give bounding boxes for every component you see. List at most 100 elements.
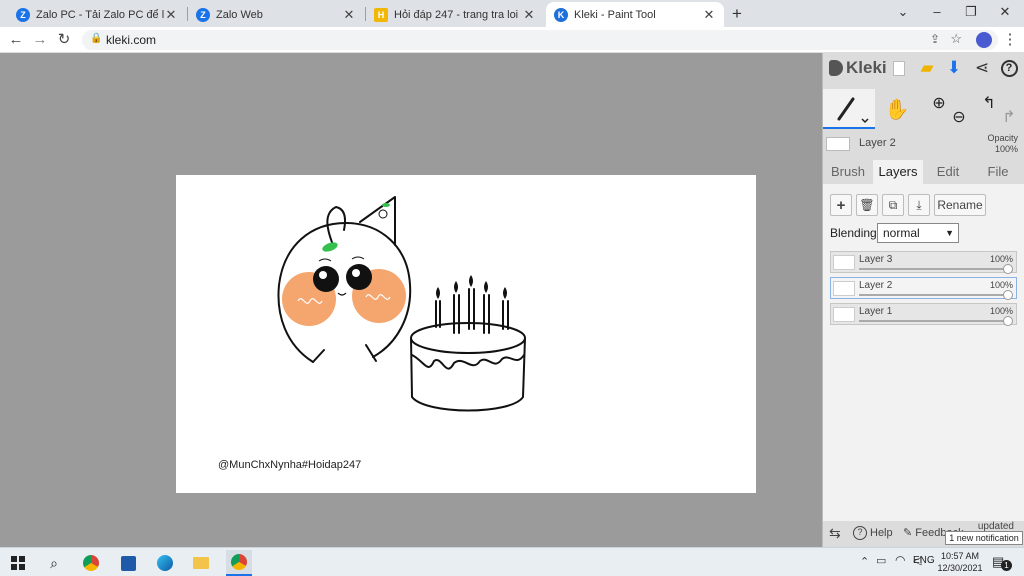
blending-value: normal [883,226,920,240]
blending-select[interactable]: normal ▼ [877,223,959,243]
canvas-workspace[interactable]: @MunChxNynha#Hoidap247 [0,53,822,547]
right-eye [346,264,372,290]
tab-brush[interactable]: Brush [823,160,873,184]
back-button[interactable]: ← [6,30,26,50]
layer-opacity: 100% [989,306,1013,316]
download-icon[interactable]: ⬇ [942,56,966,80]
windows-start-icon[interactable] [5,550,31,576]
reload-button[interactable]: ↻ [54,30,74,50]
kleki-side-panel: Kleki ▰ ⬇ ⋖ ? ✋ ⊕ ⊖ ↰ ↱ Layer 2 Opacity … [822,53,1024,547]
layer-opacity-handle[interactable] [1003,316,1013,326]
tab-edit[interactable]: Edit [923,160,973,184]
tab-title: Kleki - Paint Tool [574,8,656,21]
help-icon[interactable]: ? [997,56,1021,80]
redo-icon[interactable]: ↱ [997,105,1021,129]
tab-layers[interactable]: Layers [873,160,923,184]
brush-tool-button[interactable] [823,89,875,129]
file-explorer-icon[interactable] [188,550,214,576]
tray-chevron-icon[interactable]: ⌃ [860,555,869,568]
kleki-logo[interactable]: Kleki [829,58,887,78]
chrome-icon[interactable] [78,550,104,576]
opacity-readout[interactable]: Opacity 100% [987,133,1018,155]
browser-tab-strip: Z Zalo PC - Tải Zalo PC để làm việc ✕ Z … [0,0,1024,27]
left-eye [313,266,339,292]
zoom-out-icon[interactable]: ⊖ [947,105,971,129]
delete-layer-button[interactable]: 🗑 [856,194,878,216]
close-tab-icon[interactable]: ✕ [702,7,716,23]
share-icon[interactable]: ⇪ [930,32,940,46]
store-icon[interactable] [115,550,141,576]
tab-hoidap[interactable]: H Hỏi đáp 247 - trang tra loi ✕ [366,2,544,27]
new-image-icon[interactable] [887,56,911,80]
current-layer-name: Layer 2 [859,137,896,149]
artwork-watermark: @MunChxNynha#Hoidap247 [218,459,362,471]
bookmark-star-icon[interactable]: ☆ [950,31,962,47]
duplicate-icon: ⧉ [888,197,898,212]
tab-title: Zalo Web [216,8,263,21]
browser-menu-icon[interactable]: ⋮ [1000,30,1020,50]
edge-icon[interactable] [152,550,178,576]
layer-opacity: 100% [989,254,1013,264]
close-tab-icon[interactable]: ✕ [522,7,536,23]
layer-opacity-handle[interactable] [1003,264,1013,274]
browser-toolbar: ← → ↻ 🔒 kleki.com ⇪ ☆ ⋮ [0,27,1024,53]
duplicate-layer-button[interactable]: ⧉ [882,194,904,216]
lock-icon[interactable]: 🔒 [90,33,102,44]
extension-icon[interactable] [976,32,992,48]
layer-row-1[interactable]: Layer 1 100% [830,303,1017,326]
notification-badge: 1 [1001,560,1012,571]
share-icon[interactable]: ⋖ [970,56,994,80]
layer-name: Layer 2 [859,280,893,291]
wifi-icon[interactable]: ◠ [895,553,905,567]
layer-opacity-slider[interactable] [859,268,1008,270]
forward-button[interactable]: → [30,30,50,50]
merge-layer-button[interactable]: ⤓ [908,194,930,216]
blending-label: Blending [830,226,877,240]
open-folder-icon[interactable]: ▰ [915,56,939,80]
layer-row-2[interactable]: Layer 2 100% [830,277,1017,300]
flame-3 [469,275,473,287]
flame-1 [436,287,440,299]
tab-kleki[interactable]: K Kleki - Paint Tool ✕ [546,2,724,27]
kleki-brand: Kleki [846,58,887,77]
layer-opacity-handle[interactable] [1003,290,1013,300]
minimize-button[interactable]: – [922,4,952,22]
layer-opacity-slider[interactable] [859,320,1008,322]
drawing-canvas[interactable]: @MunChxNynha#Hoidap247 [176,175,756,493]
restore-button[interactable]: ❐ [956,4,986,22]
layer-thumbnail [833,255,855,270]
battery-icon[interactable]: ▭ [876,554,886,567]
flame-5 [503,287,507,299]
clock[interactable]: 10:57 AM 12/30/2021 [937,550,983,574]
close-tab-icon[interactable]: ✕ [164,7,178,23]
search-icon[interactable]: ⌕ [41,550,67,576]
left-eye-shine [319,271,327,279]
zalo-icon: Z [196,7,210,22]
language-indicator[interactable]: ENG [913,555,935,566]
swap-sides-icon[interactable]: ⇆ [829,525,841,542]
opacity-label: Opacity [987,133,1018,143]
close-tab-icon[interactable]: ✕ [342,7,356,23]
hat-face [378,209,388,219]
sprout-leaf [322,242,338,252]
layer-opacity-slider[interactable] [859,294,1008,296]
layer-row-3[interactable]: Layer 3 100% [830,251,1017,274]
candle-1 [435,300,441,328]
close-window-button[interactable]: ✕ [990,4,1020,22]
address-bar[interactable]: 🔒 kleki.com ⇪ ☆ [82,30,998,50]
zalo-icon: Z [16,7,30,22]
layer-name: Layer 1 [859,306,893,317]
new-tab-button[interactable]: + [732,4,742,24]
tab-zalo-web[interactable]: Z Zalo Web ✕ [188,2,364,27]
help-link[interactable]: ? Help [853,526,893,540]
tab-file[interactable]: File [973,160,1023,184]
tab-search-icon[interactable]: ⌄ [888,4,918,22]
add-layer-button[interactable]: + [830,194,852,216]
candle-2 [453,294,460,334]
merge-down-icon: ⤓ [916,197,922,212]
hand-tool-icon[interactable]: ✋ [885,97,910,121]
mouth [337,292,347,296]
chrome-active-icon[interactable] [226,550,252,576]
tab-zalo-pc[interactable]: Z Zalo PC - Tải Zalo PC để làm việc ✕ [8,2,186,27]
rename-button[interactable]: Rename [934,194,986,216]
